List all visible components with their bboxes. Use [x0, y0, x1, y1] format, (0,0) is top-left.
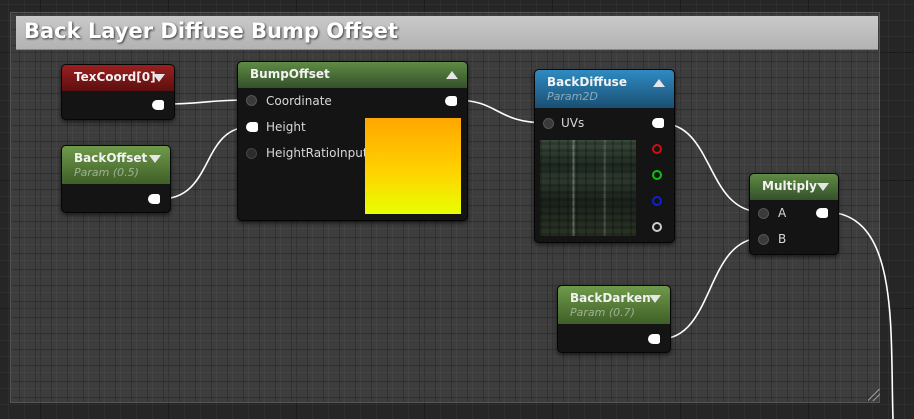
- height-input-label: Height: [266, 120, 306, 134]
- texture-preview-detail: [540, 140, 636, 236]
- bumpoffset-preview: [365, 118, 461, 214]
- collapse-arrow-icon[interactable]: [817, 183, 829, 191]
- backoffset-output-pin[interactable]: [148, 194, 160, 204]
- node-backdiffuse[interactable]: BackDiffuse Param2D UVs: [534, 69, 675, 243]
- collapse-arrow-icon[interactable]: [446, 71, 458, 79]
- alpha-output-pin[interactable]: [652, 222, 662, 232]
- collapse-arrow-icon[interactable]: [149, 155, 161, 163]
- collapse-arrow-icon[interactable]: [653, 79, 665, 87]
- texcoord-output-pin[interactable]: [152, 100, 164, 110]
- red-output-pin[interactable]: [652, 144, 662, 154]
- uvs-input-label: UVs: [561, 116, 585, 130]
- blue-output-pin[interactable]: [652, 196, 662, 206]
- node-backdarken-subtitle: Param (0.7): [570, 306, 635, 319]
- node-texcoord[interactable]: TexCoord[0]: [61, 64, 175, 120]
- node-backoffset-title: BackOffset: [74, 151, 148, 165]
- node-bumpoffset-header[interactable]: BumpOffset: [238, 62, 467, 88]
- a-input-pin[interactable]: [758, 208, 769, 219]
- node-backoffset[interactable]: BackOffset Param (0.5): [61, 145, 171, 213]
- coordinate-input-pin[interactable]: [246, 95, 257, 106]
- texture-preview: [540, 140, 636, 236]
- heightratio-input-label: HeightRatioInput: [266, 146, 368, 160]
- node-bumpoffset-title: BumpOffset: [250, 67, 330, 81]
- height-input-pin[interactable]: [246, 122, 258, 132]
- node-backdarken-title: BackDarken: [570, 291, 651, 305]
- backdarken-output-pin[interactable]: [648, 334, 660, 344]
- node-multiply[interactable]: Multiply A B: [749, 173, 839, 255]
- node-texcoord-title: TexCoord[0]: [74, 70, 156, 84]
- node-backoffset-subtitle: Param (0.5): [74, 166, 139, 179]
- green-output-pin[interactable]: [652, 170, 662, 180]
- node-multiply-header[interactable]: Multiply: [750, 174, 838, 200]
- node-multiply-title: Multiply: [762, 179, 817, 193]
- b-input-pin[interactable]: [758, 234, 769, 245]
- collapse-arrow-icon[interactable]: [649, 295, 661, 303]
- uvs-input-pin[interactable]: [543, 118, 554, 129]
- rgb-output-pin[interactable]: [652, 118, 664, 128]
- node-backdarken[interactable]: BackDarken Param (0.7): [557, 285, 671, 353]
- node-texcoord-header[interactable]: TexCoord[0]: [62, 65, 174, 91]
- collapse-arrow-icon[interactable]: [153, 74, 165, 82]
- heightratio-input-pin[interactable]: [246, 148, 257, 159]
- node-bumpoffset[interactable]: BumpOffset Coordinate Height HeightRatio…: [237, 61, 468, 221]
- b-input-label: B: [778, 232, 787, 246]
- node-backoffset-header[interactable]: BackOffset Param (0.5): [62, 146, 170, 184]
- wire-backdiffuse-to-a: [659, 122, 763, 213]
- node-backdiffuse-title: BackDiffuse: [547, 75, 627, 89]
- node-backdiffuse-header[interactable]: BackDiffuse Param2D: [535, 70, 674, 108]
- coordinate-input-label: Coordinate: [266, 94, 332, 108]
- node-backdarken-header[interactable]: BackDarken Param (0.7): [558, 286, 670, 324]
- node-backdiffuse-subtitle: Param2D: [547, 90, 598, 103]
- a-input-label: A: [778, 206, 787, 220]
- wire-backdarken-to-b: [659, 237, 763, 340]
- multiply-output-pin[interactable]: [816, 208, 828, 218]
- bumpoffset-output-pin[interactable]: [445, 96, 457, 106]
